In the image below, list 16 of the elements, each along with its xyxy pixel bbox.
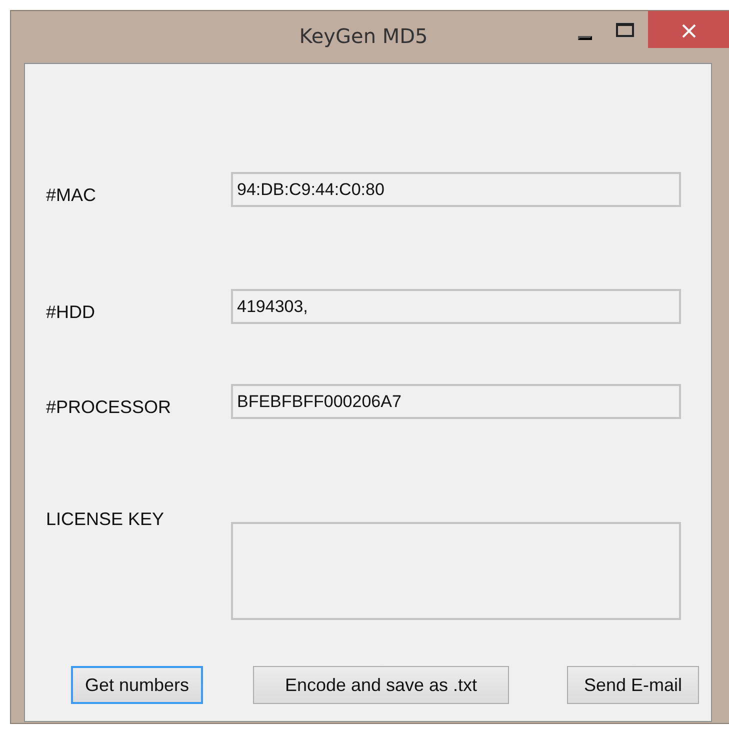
close-button[interactable] xyxy=(648,11,729,48)
text-field[interactable]: 4194303, xyxy=(231,289,681,324)
field-label: LICENSE KEY xyxy=(46,508,166,531)
minimize-button[interactable] xyxy=(578,36,592,40)
license-key-field[interactable] xyxy=(231,522,681,620)
action-button[interactable]: Send E-mail xyxy=(567,666,699,704)
text-field[interactable]: BFEBFBFF000206A7 xyxy=(231,384,681,419)
field-label: #MAC xyxy=(46,184,98,207)
field-label: #PROCESSOR xyxy=(46,396,172,419)
text-field[interactable]: 94:DB:C9:44:C0:80 xyxy=(231,172,681,207)
maximize-button[interactable] xyxy=(616,23,634,37)
window-title: KeyGen MD5 xyxy=(298,23,429,50)
field-label: #HDD xyxy=(46,301,96,324)
close-icon xyxy=(682,24,696,38)
action-button[interactable]: Get numbers xyxy=(71,666,203,704)
action-button[interactable]: Encode and save as .txt xyxy=(253,666,509,704)
